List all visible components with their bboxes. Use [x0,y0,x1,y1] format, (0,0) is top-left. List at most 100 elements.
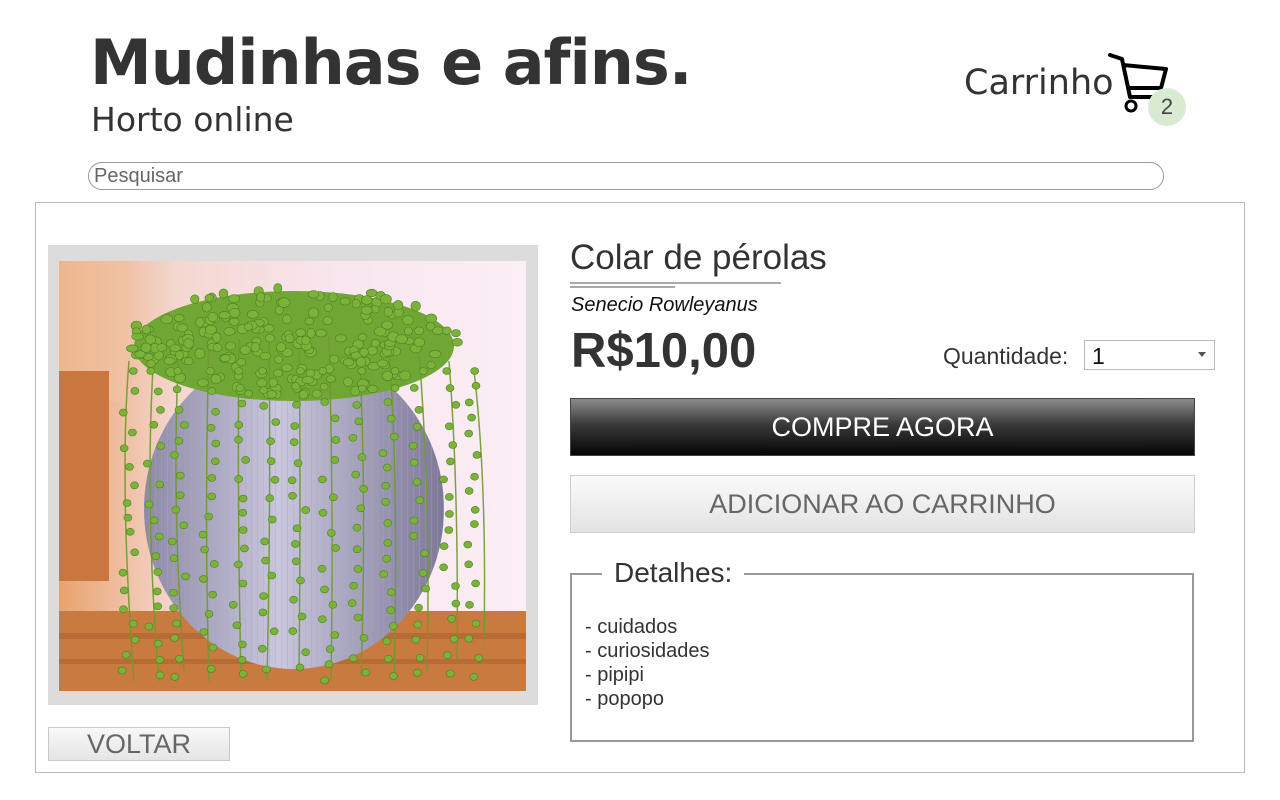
bead [311,389,322,399]
bead [386,606,395,615]
bead [291,382,300,390]
bead [393,300,404,311]
bead [146,367,156,375]
bead [273,283,283,294]
bead [383,519,393,527]
bead [320,676,329,685]
bead [168,537,177,546]
bead [117,666,127,675]
bead [441,326,452,335]
bead [176,323,189,333]
cart-label: Carrinho [964,63,1114,103]
bead [172,619,181,628]
bead [471,579,480,588]
bead [130,481,139,490]
bead [404,326,413,336]
bead [418,569,428,577]
bead [305,368,316,378]
bead [326,375,336,383]
bead [190,294,200,304]
bead [328,292,338,302]
bead [306,327,316,339]
bead [119,408,128,417]
bead [199,575,208,583]
plant-illustration [59,261,526,691]
bead [376,359,389,368]
site-title: Mudinhas e afins. [90,26,692,99]
bead [173,314,185,322]
bead [439,563,448,572]
bead [240,544,249,553]
bead [359,485,369,493]
bead [428,350,442,359]
bead [293,459,303,467]
bead [118,568,128,577]
bead [467,413,476,422]
bead [170,634,179,642]
title-underline-short [570,286,675,288]
bead [304,317,314,326]
bead [449,635,459,643]
add-to-cart-button[interactable]: ADICIONAR AO CARRINHO [570,475,1195,533]
bead [470,367,480,375]
bead [291,557,301,566]
bead [464,634,474,643]
bead [472,451,482,459]
bead [125,463,134,471]
bead [146,359,156,368]
bead [241,456,250,464]
bead [445,384,455,392]
bead [207,311,219,323]
bead [218,288,229,299]
bead [259,402,268,410]
bead [383,398,393,406]
search-input[interactable] [88,162,1164,190]
product-panel: VOLTAR Colar de pérolas Senecio Rowleyan… [35,202,1245,773]
bead [212,343,223,353]
bead [266,457,276,465]
bead [347,599,357,608]
bead [297,612,307,621]
bead [183,338,194,349]
bead [260,537,269,546]
bead [202,302,212,313]
bead [155,671,165,680]
bead [235,384,245,392]
bead [390,384,400,392]
bead [261,556,270,565]
bead [451,582,460,590]
bead [292,400,301,409]
bead [446,669,455,678]
title-underline [570,282,781,284]
bead [131,332,144,341]
bead [256,378,268,388]
bead [232,621,242,630]
bead [412,478,422,486]
bead [383,306,393,317]
cart-link[interactable]: Carrinho 2 [964,52,1194,132]
bead [155,480,164,489]
bead [390,367,400,375]
chevron-down-icon [1198,352,1206,357]
bead [258,367,267,375]
quantity-select[interactable]: 1 [1084,340,1215,370]
buy-now-button[interactable]: COMPRE AGORA [570,398,1195,456]
bead [414,326,425,336]
bead [198,530,208,539]
bead [378,449,388,457]
bead [464,487,474,495]
bead [199,628,209,636]
bead [442,367,452,375]
bead [223,327,236,336]
bead [351,298,361,309]
back-button[interactable]: VOLTAR [48,727,230,761]
bead [206,424,216,432]
bead [183,357,194,366]
details-box: Detalhes: - cuidados - curiosidades - pi… [570,559,1194,742]
bead [195,316,205,328]
bead [154,387,163,396]
bead [219,354,231,362]
bead [360,305,373,315]
bead [225,341,236,351]
bead [425,322,435,331]
